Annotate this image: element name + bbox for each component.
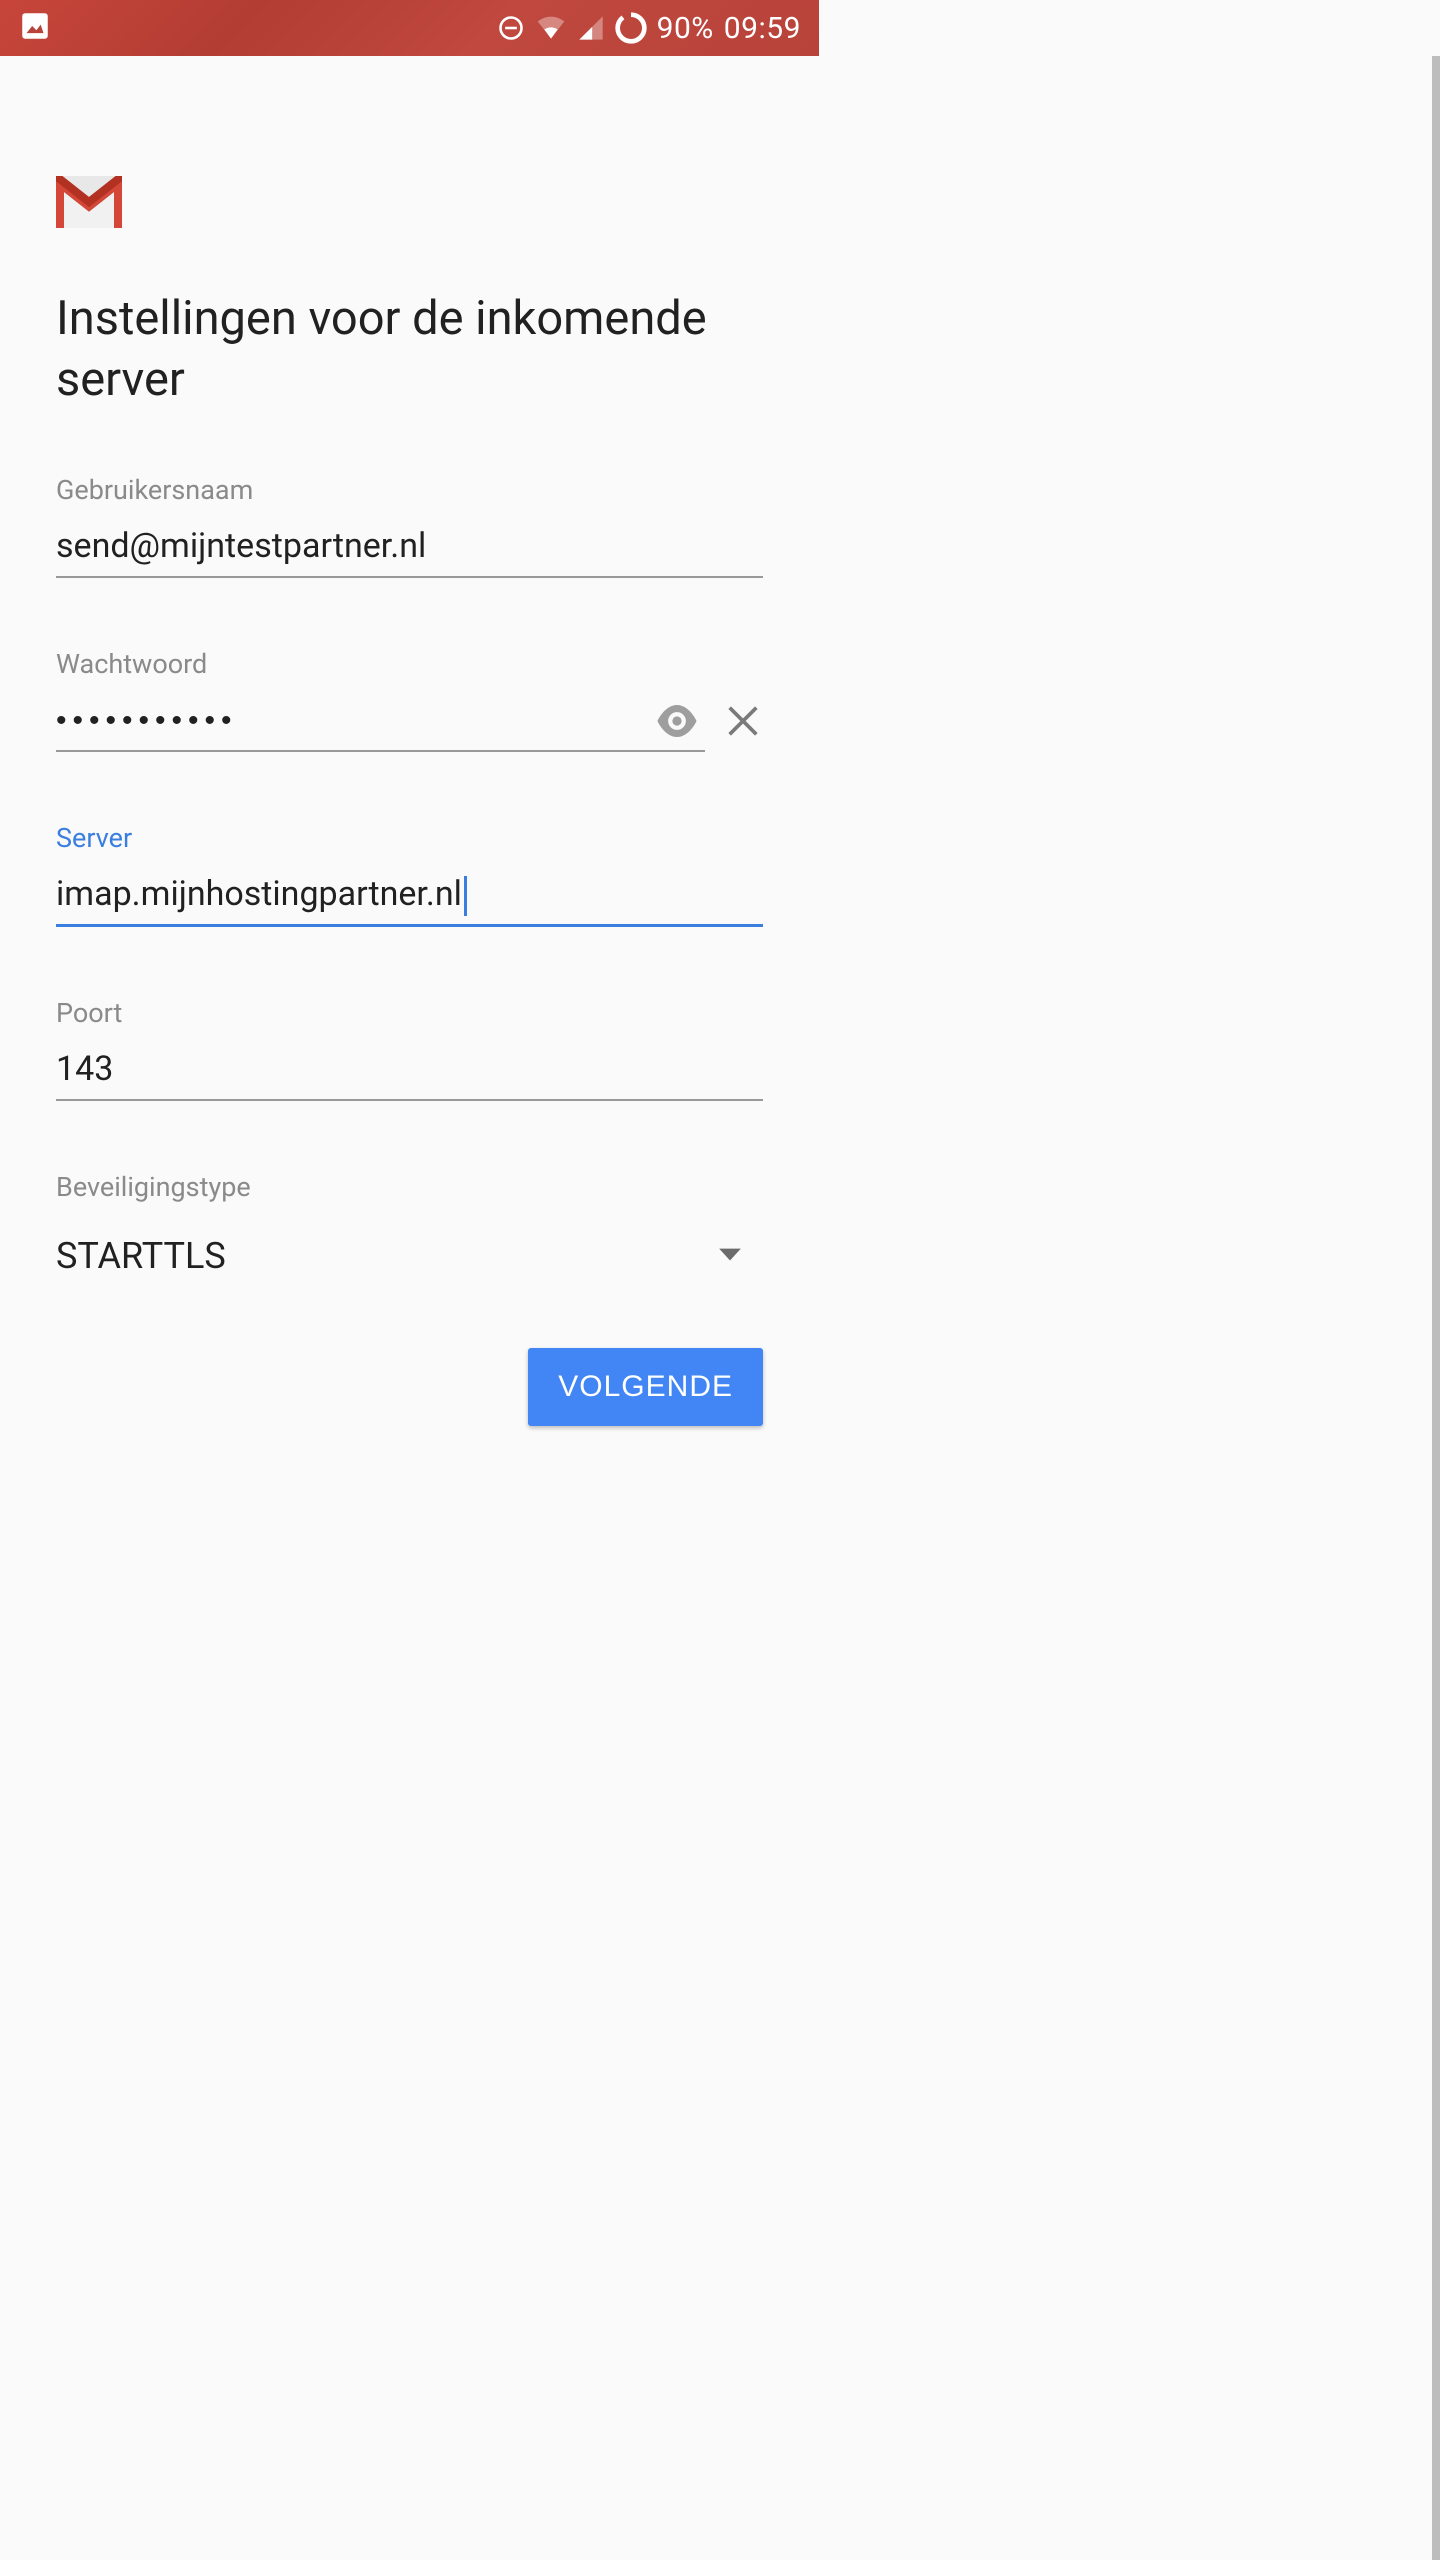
username-label: Gebruikersnaam [56, 474, 763, 506]
username-field: Gebruikersnaam [56, 474, 763, 578]
text-cursor [464, 876, 467, 916]
cellular-icon [577, 14, 605, 42]
clock: 09:59 [724, 11, 801, 46]
page-title: Instellingen voor de inkomende server [56, 288, 763, 410]
security-type-label: Beveiligingstype [56, 1171, 763, 1203]
gallery-icon [18, 9, 52, 47]
server-field: Server imap.mijnhostingpartner.nl [56, 822, 763, 927]
wifi-icon [535, 13, 567, 43]
status-bar: 90% 09:59 [0, 0, 819, 56]
port-label: Poort [56, 997, 763, 1029]
clear-password-icon[interactable] [723, 701, 763, 745]
server-input[interactable]: imap.mijnhostingpartner.nl [56, 868, 763, 927]
battery-circle-icon [615, 12, 647, 44]
show-password-icon[interactable] [655, 705, 699, 741]
username-input[interactable] [56, 520, 763, 578]
do-not-disturb-icon [497, 14, 525, 42]
main-content: Instellingen voor de inkomende server Ge… [0, 56, 819, 1456]
chevron-down-icon [717, 1246, 743, 1266]
server-label: Server [56, 822, 763, 854]
password-field: Wachtwoord [56, 648, 763, 752]
next-button[interactable]: VOLGENDE [528, 1348, 763, 1426]
gmail-logo-icon [56, 176, 122, 228]
password-input[interactable] [56, 694, 705, 752]
battery-percent: 90% [657, 11, 714, 46]
server-value: imap.mijnhostingpartner.nl [56, 874, 462, 914]
port-field: Poort [56, 997, 763, 1101]
password-label: Wachtwoord [56, 648, 763, 680]
scroll-edge [1432, 56, 1440, 2560]
security-type-field: Beveiligingstype STARTTLS [56, 1171, 763, 1285]
security-type-value: STARTTLS [56, 1235, 226, 1277]
port-input[interactable] [56, 1043, 763, 1101]
security-type-dropdown[interactable]: STARTTLS [56, 1217, 763, 1285]
